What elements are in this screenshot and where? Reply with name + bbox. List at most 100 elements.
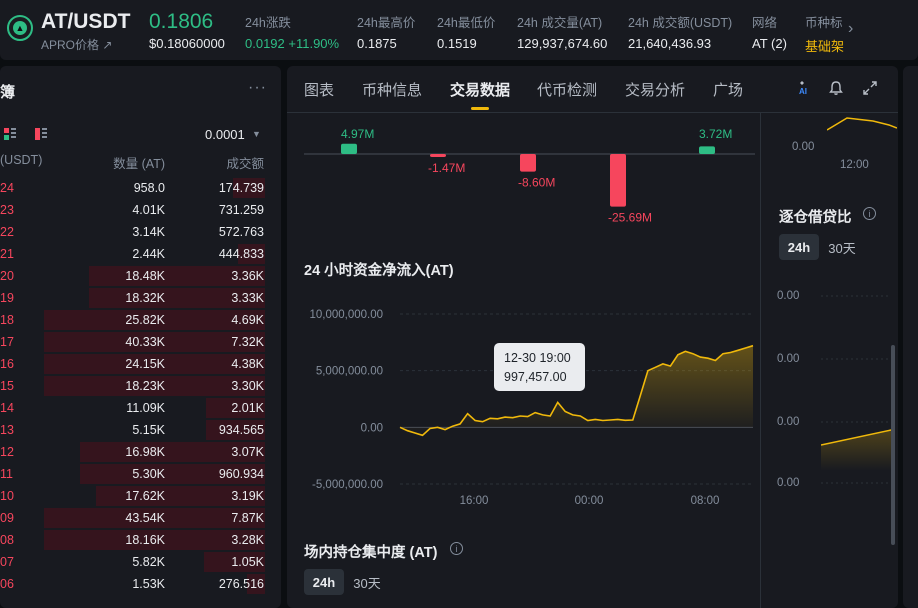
ask-total: 3.19K	[231, 489, 264, 503]
ask-row[interactable]: 15 18.23K 3.30K	[0, 375, 281, 397]
flow-bar-chart: 4.97M -1.47M -8.60M -25.69M 3.72M	[304, 127, 755, 225]
ratio-ytick-2: 0.00	[777, 353, 800, 365]
stat-value-volume: 129,937,674.60	[517, 36, 608, 51]
stat-label-turnover: 24h 成交额(USDT)	[628, 16, 733, 30]
ask-row[interactable]: 24 958.0 174.739	[0, 177, 281, 199]
ask-qty: 18.32K	[125, 291, 165, 305]
flow-bar-label: -8.60M	[518, 176, 555, 190]
stat-value-turnover: 21,640,436.93	[628, 36, 712, 51]
ask-price: 08	[0, 533, 14, 547]
book-view-both-icon[interactable]	[4, 128, 16, 140]
netflow-area-chart[interactable]: 10,000,000.00 5,000,000.00 0.00 -5,000,000.…	[287, 296, 757, 511]
ask-row[interactable]: 16 24.15K 4.38K	[0, 353, 281, 375]
y-tick-label: 5,000,000.00	[316, 366, 383, 378]
stat-value-network[interactable]: AT (2)	[752, 36, 787, 51]
ask-total: 276.516	[218, 577, 264, 591]
stat-label-network: 网络	[752, 16, 778, 30]
ai-icon[interactable]: AI	[796, 80, 812, 96]
scrollbar[interactable]	[891, 345, 895, 545]
chevron-right-icon[interactable]: ›	[848, 20, 853, 38]
ratio-24h-pill[interactable]: 24h	[779, 234, 819, 260]
concentration-30d-pill[interactable]: 30天	[347, 569, 387, 595]
ask-row[interactable]: 12 16.98K 3.07K	[0, 441, 281, 463]
expand-icon[interactable]	[862, 80, 878, 96]
pair-name[interactable]: AT/USDT	[41, 10, 130, 34]
book-view-asks-icon[interactable]	[35, 128, 47, 140]
ask-row[interactable]: 17 40.33K 7.32K	[0, 331, 281, 353]
ask-row[interactable]: 07 5.82K 1.05K	[0, 551, 281, 573]
ask-qty: 5.30K	[132, 467, 165, 481]
ask-total: 3.30K	[231, 379, 264, 393]
tab-token-check[interactable]: 代币检测	[537, 79, 597, 100]
chart-tooltip: 12-30 19:00 997,457.00	[494, 343, 585, 391]
tab-chart[interactable]: 图表	[304, 79, 334, 100]
ask-qty: 17.62K	[125, 489, 165, 503]
bell-icon[interactable]	[828, 80, 844, 96]
token-price-link[interactable]: APRO价格 ↗	[41, 36, 112, 53]
ask-qty: 11.09K	[126, 401, 165, 415]
chevron-down-icon[interactable]: ▼	[252, 129, 261, 139]
ask-row[interactable]: 23 4.01K 731.259	[0, 199, 281, 221]
svg-text:AI: AI	[799, 87, 807, 96]
token-logo-mark: ▲	[13, 21, 27, 35]
trading-data-panel: 图表 币种信息 交易数据 代币检测 交易分析 广场 AI 4.97M -1.47M…	[287, 66, 898, 608]
stat-value-high: 0.1875	[357, 36, 397, 51]
ask-row[interactable]: 19 18.32K 3.33K	[0, 287, 281, 309]
ratio-title: 逐仓借贷比	[779, 210, 852, 226]
ask-row[interactable]: 18 25.82K 4.69K	[0, 309, 281, 331]
concentration-24h-pill[interactable]: 24h	[304, 569, 344, 595]
ask-row[interactable]: 22 3.14K 572.763	[0, 221, 281, 243]
ask-row[interactable]: 08 18.16K 3.28K	[0, 529, 281, 551]
y-tick-label: 0.00	[361, 422, 383, 434]
ask-price: 06	[0, 577, 14, 591]
stat-value-change: 0.0192 +11.90%	[245, 36, 340, 51]
ask-qty: 18.48K	[125, 269, 165, 283]
tab-square[interactable]: 广场	[713, 79, 743, 100]
stat-label-change: 24h涨跌	[245, 16, 291, 30]
tab-token-info[interactable]: 币种信息	[362, 79, 422, 100]
ask-row[interactable]: 20 18.48K 3.36K	[0, 265, 281, 287]
flow-bar	[610, 154, 626, 207]
ask-row[interactable]: 06 1.53K 276.516	[0, 573, 281, 595]
ratio-chart	[821, 295, 891, 484]
y-tick-label: 10,000,000.00	[309, 309, 383, 321]
ask-row[interactable]: 14 11.09K 2.01K	[0, 397, 281, 419]
ask-total: 3.28K	[231, 533, 264, 547]
ask-price: 22	[0, 225, 14, 239]
ratio-top-line	[827, 117, 897, 131]
ratio-ytick-4: 0.00	[777, 477, 800, 489]
concentration-title: 场内持仓集中度 (AT)	[304, 545, 438, 561]
tab-trade-analysis[interactable]: 交易分析	[625, 79, 685, 100]
info-icon[interactable]: i	[450, 542, 463, 555]
ask-row[interactable]: 09 43.54K 7.87K	[0, 507, 281, 529]
stat-value-tag[interactable]: 基础架	[805, 36, 844, 55]
ticker-bar: ▲ AT/USDT APRO价格 ↗ 0.1806 $0.18060000 24…	[0, 0, 918, 60]
column-divider	[760, 113, 761, 608]
ask-row[interactable]: 10 17.62K 3.19K	[0, 485, 281, 507]
tick-size-select[interactable]: 0.0001	[205, 127, 245, 142]
ask-row[interactable]: 11 5.30K 960.934	[0, 463, 281, 485]
stat-label-high: 24h最高价	[357, 16, 416, 30]
ask-price: 12	[0, 445, 14, 459]
tooltip-value: 997,457.00	[504, 370, 567, 384]
ask-row[interactable]: 21 2.44K 444.833	[0, 243, 281, 265]
ask-price: 18	[0, 313, 14, 327]
ask-qty: 3.14K	[132, 225, 165, 239]
stat-label-tag: 币种标	[805, 16, 843, 30]
ask-qty: 5.15K	[132, 423, 165, 437]
netflow-title: 24 小时资金净流入(AT)	[304, 263, 454, 279]
flow-bar	[520, 154, 536, 172]
ask-row[interactable]: 13 5.15K 934.565	[0, 419, 281, 441]
ask-total: 3.33K	[231, 291, 264, 305]
ask-total: 1.05K	[231, 555, 264, 569]
ratio-30d-pill[interactable]: 30天	[822, 234, 862, 260]
ask-price: 15	[0, 379, 14, 393]
ask-total: 3.07K	[231, 445, 264, 459]
more-options-icon[interactable]: ···	[248, 79, 267, 97]
order-book-panel: 簿 ··· 0.0001 ▼ (USDT) 数量 (AT) 成交额 24 958.…	[0, 66, 281, 608]
ratio-info-icon[interactable]: i	[863, 207, 876, 220]
ask-qty: 1.53K	[132, 577, 165, 591]
tab-trading-data[interactable]: 交易数据	[450, 79, 510, 100]
ask-price: 11	[0, 467, 13, 481]
ask-total: 4.38K	[231, 357, 264, 371]
